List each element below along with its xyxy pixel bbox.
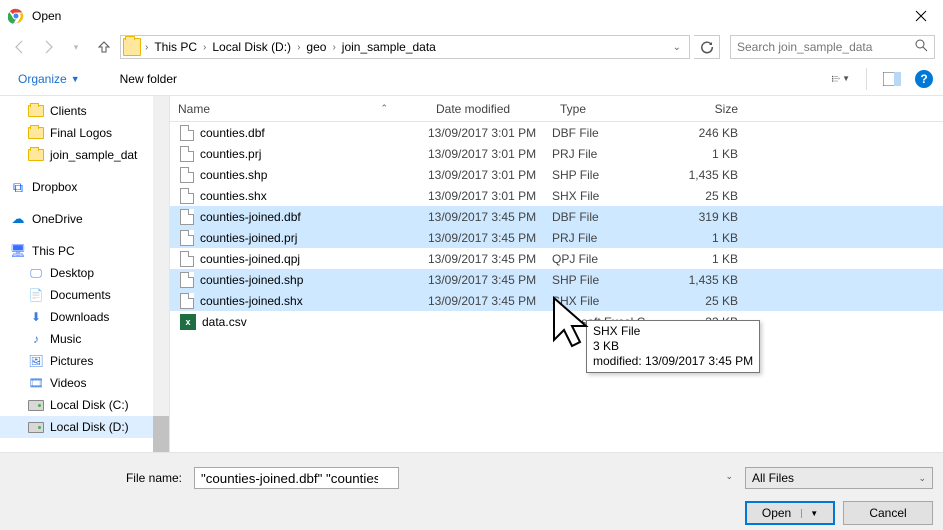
file-row[interactable]: counties.shx13/09/2017 3:01 PMSHX File25… <box>170 185 943 206</box>
organize-menu[interactable]: Organize ▼ <box>10 68 88 90</box>
file-icon <box>180 146 194 162</box>
tooltip: SHX File 3 KB modified: 13/09/2017 3:45 … <box>586 320 760 373</box>
sidebar-item[interactable]: Local Disk (D:) <box>0 416 169 438</box>
file-row[interactable]: counties-joined.prj13/09/2017 3:45 PMPRJ… <box>170 227 943 248</box>
search-placeholder: Search join_sample_data <box>737 40 872 54</box>
up-button[interactable] <box>92 35 116 59</box>
file-row[interactable]: counties-joined.qpj13/09/2017 3:45 PMQPJ… <box>170 248 943 269</box>
window-title: Open <box>32 9 898 23</box>
search-input[interactable]: Search join_sample_data <box>730 35 935 59</box>
sidebar-item[interactable]: Local Disk (C:) <box>0 394 169 416</box>
chevron-down-icon[interactable]: ⌄ <box>725 471 733 482</box>
sidebar-item[interactable]: 📄Documents <box>0 284 169 306</box>
address-bar[interactable]: › This PC › Local Disk (D:) › geo › join… <box>120 35 690 59</box>
folder-icon <box>28 147 44 163</box>
folder-icon: 📄 <box>28 287 44 303</box>
dropbox-icon: ⧉ <box>10 179 26 195</box>
sidebar-item[interactable]: 🖵Desktop <box>0 262 169 284</box>
chrome-icon <box>8 8 24 24</box>
close-button[interactable] <box>898 1 943 31</box>
cancel-button[interactable]: Cancel <box>843 501 933 525</box>
folder-icon <box>123 38 141 56</box>
chevron-down-icon: ▼ <box>71 74 80 84</box>
folder-icon <box>28 125 44 141</box>
file-row[interactable]: counties.prj13/09/2017 3:01 PMPRJ File1 … <box>170 143 943 164</box>
file-icon <box>180 251 194 267</box>
file-row[interactable]: counties.dbf13/09/2017 3:01 PMDBF File24… <box>170 122 943 143</box>
file-icon <box>180 272 194 288</box>
drive-icon <box>28 397 44 413</box>
sidebar: ClientsFinal Logosjoin_sample_dat ⧉Dropbo… <box>0 96 170 452</box>
new-folder-button[interactable]: New folder <box>110 68 187 90</box>
filename-input[interactable] <box>194 467 399 489</box>
sidebar-item-onedrive[interactable]: ☁OneDrive <box>0 208 169 230</box>
file-row[interactable]: counties-joined.shx13/09/2017 3:45 PMSHX… <box>170 290 943 311</box>
sidebar-item[interactable]: join_sample_dat <box>0 144 169 166</box>
excel-icon: x <box>180 314 196 330</box>
chevron-right-icon: › <box>297 42 300 53</box>
forward-button[interactable] <box>36 35 60 59</box>
view-options-button[interactable]: ▼ <box>832 70 850 88</box>
file-row[interactable]: xdata.csvMicrosoft Excel C...33 KB <box>170 311 943 332</box>
file-icon <box>180 125 194 141</box>
column-header-type[interactable]: Type <box>552 102 670 116</box>
scrollbar[interactable] <box>153 96 169 452</box>
open-button[interactable]: Open ▼ <box>745 501 835 525</box>
help-button[interactable]: ? <box>915 70 933 88</box>
chevron-right-icon: › <box>145 42 148 53</box>
folder-icon <box>28 103 44 119</box>
sidebar-item[interactable]: 🖼Pictures <box>0 350 169 372</box>
file-row[interactable]: counties-joined.shp13/09/2017 3:45 PMSHP… <box>170 269 943 290</box>
recent-button[interactable]: ▾ <box>64 35 88 59</box>
chevron-down-icon: ▼ <box>801 509 818 518</box>
sidebar-item[interactable]: Clients <box>0 100 169 122</box>
crumb[interactable]: Local Disk (D:) <box>208 40 295 54</box>
crumb[interactable]: geo <box>302 40 330 54</box>
crumb[interactable]: This PC <box>150 40 201 54</box>
chevron-down-icon: ⌄ <box>918 473 926 484</box>
sidebar-item[interactable]: ♪Music <box>0 328 169 350</box>
filename-label: File name: <box>10 471 182 485</box>
sort-asc-icon: ⌃ <box>380 103 388 114</box>
file-row[interactable]: counties-joined.dbf13/09/2017 3:45 PMDBF… <box>170 206 943 227</box>
sidebar-item-thispc[interactable]: 🖥This PC <box>0 240 169 262</box>
folder-icon: ⬇ <box>28 309 44 325</box>
sidebar-item[interactable]: ⬇Downloads <box>0 306 169 328</box>
file-row[interactable]: counties.shp13/09/2017 3:01 PMSHP File1,… <box>170 164 943 185</box>
crumb[interactable]: join_sample_data <box>338 40 440 54</box>
sidebar-item-dropbox[interactable]: ⧉Dropbox <box>0 176 169 198</box>
search-icon <box>915 39 928 55</box>
folder-icon: 🖵 <box>28 265 44 281</box>
scrollbar-thumb[interactable] <box>153 416 169 452</box>
file-icon <box>180 209 194 225</box>
drive-icon <box>28 419 44 435</box>
sidebar-item[interactable]: Final Logos <box>0 122 169 144</box>
pc-icon: 🖥 <box>10 243 26 259</box>
column-header-size[interactable]: Size <box>670 102 748 116</box>
address-dropdown[interactable]: ⌄ <box>667 42 687 53</box>
sidebar-item[interactable]: 🎞Videos <box>0 372 169 394</box>
folder-icon: ♪ <box>28 331 44 347</box>
refresh-button[interactable] <box>694 35 720 59</box>
file-icon <box>180 167 194 183</box>
file-type-filter[interactable]: All Files ⌄ <box>745 467 933 489</box>
folder-icon: 🎞 <box>28 375 44 391</box>
column-header-date[interactable]: Date modified <box>428 102 552 116</box>
column-header-name[interactable]: Name ⌃ <box>170 102 428 116</box>
folder-icon: 🖼 <box>28 353 44 369</box>
chevron-right-icon: › <box>203 42 206 53</box>
file-icon <box>180 293 194 309</box>
onedrive-icon: ☁ <box>10 211 26 227</box>
preview-pane-button[interactable] <box>883 70 901 88</box>
chevron-right-icon: › <box>332 42 335 53</box>
file-icon <box>180 188 194 204</box>
back-button[interactable] <box>8 35 32 59</box>
file-icon <box>180 230 194 246</box>
